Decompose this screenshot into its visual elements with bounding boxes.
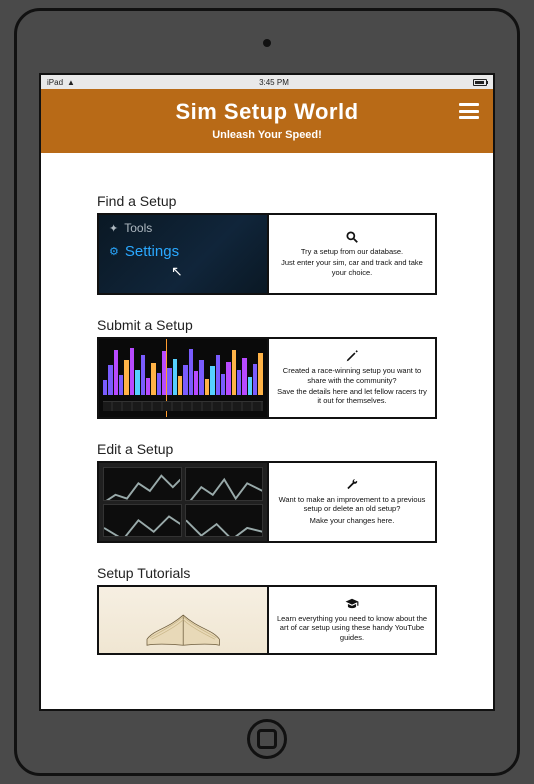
status-carrier: iPad <box>47 78 63 87</box>
app-subtitle: Unleash Your Speed! <box>55 129 479 141</box>
screen: iPad ▲ 3:45 PM Sim Setup World Unleash Y… <box>39 73 495 711</box>
wrench-icon <box>345 478 359 492</box>
card-title: Edit a Setup <box>97 441 437 457</box>
card-info: Learn everything you need to know about … <box>267 587 435 653</box>
tablet-frame: iPad ▲ 3:45 PM Sim Setup World Unleash Y… <box>14 8 520 776</box>
tools-icon: ✦ <box>109 222 118 235</box>
card-info: Created a race-winning setup you want to… <box>267 339 435 417</box>
wifi-icon: ▲ <box>67 78 75 87</box>
gear-icon: ⚙ <box>109 245 119 258</box>
card-text: Created a race-winning setup you want to… <box>275 366 429 385</box>
card-edit-setup[interactable]: Edit a Setup Want to make an improvement… <box>97 441 437 543</box>
card-find-setup[interactable]: Find a Setup ✦Tools ⚙Settings ↖ Try a se… <box>97 193 437 295</box>
battery-icon <box>473 79 487 86</box>
tablet-camera <box>263 39 271 47</box>
cursor-icon: ↖ <box>171 263 183 280</box>
card-title: Setup Tutorials <box>97 565 437 581</box>
card-title: Find a Setup <box>97 193 437 209</box>
card-thumbnail-settings: ✦Tools ⚙Settings ↖ <box>99 215 267 293</box>
card-text: Learn everything you need to know about … <box>275 614 429 642</box>
card-thumbnail-monitors <box>99 463 267 541</box>
status-bar: iPad ▲ 3:45 PM <box>41 75 493 89</box>
app-header: Sim Setup World Unleash Your Speed! <box>41 89 493 153</box>
card-text: Want to make an improvement to a previou… <box>275 495 429 514</box>
app-title: Sim Setup World <box>55 99 479 125</box>
card-text: Make your changes here. <box>310 516 395 525</box>
card-thumbnail-waveform <box>99 339 267 417</box>
card-setup-tutorials[interactable]: Setup Tutorials <box>97 565 437 655</box>
main-content: Find a Setup ✦Tools ⚙Settings ↖ Try a se… <box>41 153 493 709</box>
search-icon <box>345 230 359 244</box>
card-thumbnail-book <box>99 587 267 653</box>
graduation-icon <box>345 597 359 611</box>
card-text: Try a setup from our database. <box>301 247 403 256</box>
card-info: Want to make an improvement to a previou… <box>267 463 435 541</box>
card-info: Try a setup from our database. Just ente… <box>267 215 435 293</box>
menu-icon[interactable] <box>459 103 479 119</box>
home-button[interactable] <box>247 719 287 759</box>
status-time: 3:45 PM <box>259 78 289 87</box>
card-title: Submit a Setup <box>97 317 437 333</box>
card-text: Save the details here and let fellow rac… <box>275 387 429 406</box>
card-text: Just enter your sim, car and track and t… <box>275 258 429 277</box>
pencil-icon <box>345 349 359 363</box>
card-submit-setup[interactable]: Submit a Setup <box>97 317 437 419</box>
